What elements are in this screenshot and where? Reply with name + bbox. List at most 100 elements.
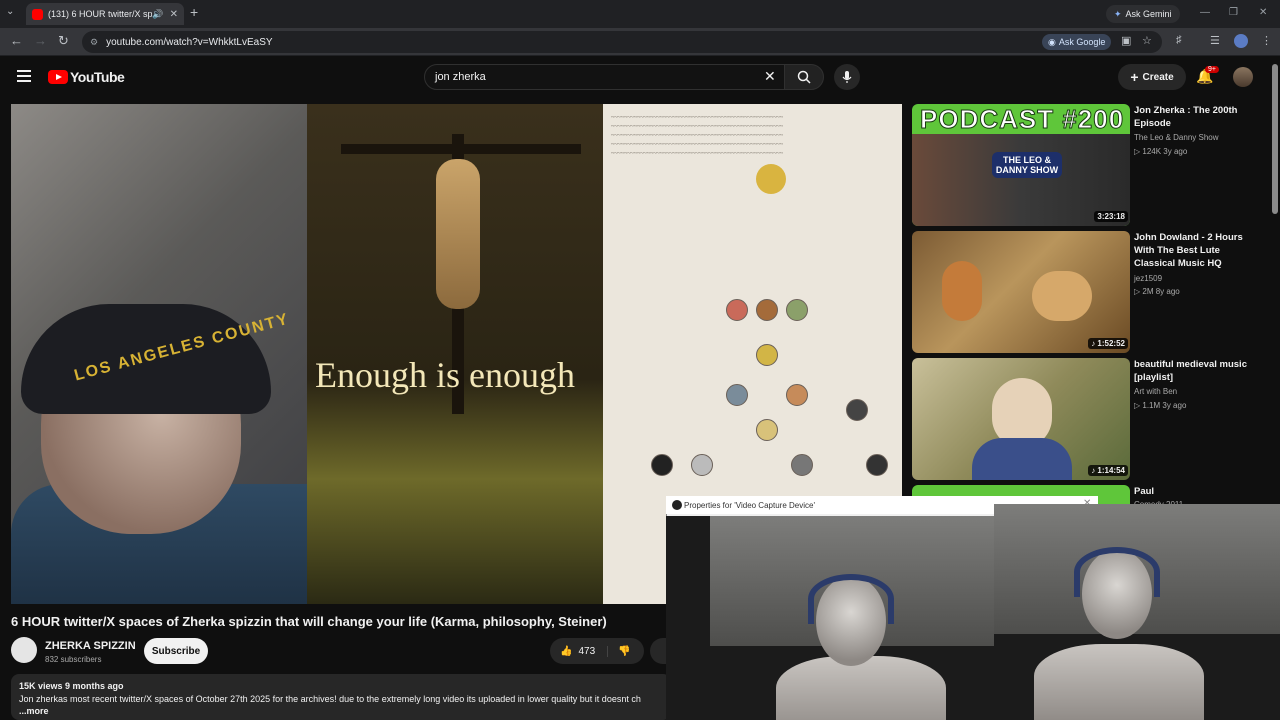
- recommendation-item[interactable]: PODCAST #200 THE LEO & DANNY SHOW 3:23:1…: [912, 104, 1262, 226]
- orb: [791, 454, 813, 476]
- orb: [651, 454, 673, 476]
- recommendation-channel: Art with Ben: [1134, 387, 1178, 396]
- channel-subscribers: 832 subscribers: [45, 655, 102, 664]
- dislike-button[interactable]: 👎: [608, 646, 630, 657]
- site-info-icon[interactable]: ⚙: [90, 37, 98, 48]
- orb: [846, 399, 868, 421]
- ask-google-button[interactable]: ◉ Ask Google: [1042, 34, 1112, 50]
- cam-person-torso: [776, 656, 946, 720]
- google-lens-icon: ◉: [1048, 36, 1056, 47]
- recommendation-thumbnail[interactable]: PODCAST #200 THE LEO & DANNY SHOW: [912, 104, 1130, 226]
- forward-icon[interactable]: →: [34, 33, 47, 48]
- extensions-icon[interactable]: ♯: [1176, 34, 1182, 46]
- ask-gemini-label: Ask Gemini: [1125, 9, 1172, 19]
- cam-person-torso: [1034, 644, 1204, 720]
- video-title: 6 HOUR twitter/X spaces of Zherka spizzi…: [11, 614, 607, 629]
- notifications-badge: 9+: [1205, 66, 1219, 73]
- subscribe-button[interactable]: Subscribe: [144, 638, 208, 664]
- youtube-logo-text: YouTube: [70, 69, 125, 85]
- description-text: Jon zherkas most recent twitter/X spaces…: [19, 694, 641, 704]
- omnibox[interactable]: ⚙ youtube.com/watch?v=WhkktLvEaSY: [82, 31, 1162, 53]
- orb: [756, 299, 778, 321]
- youtube-play-icon: [48, 70, 68, 84]
- recommendation-meta: ▷ 1.1M 3y ago: [1134, 401, 1187, 410]
- thumbs-up-icon: 👍: [560, 645, 573, 657]
- orb: [786, 384, 808, 406]
- like-dislike-bar: 👍 473 👎: [550, 638, 644, 664]
- podcast-show-logo: THE LEO & DANNY SHOW: [992, 152, 1062, 178]
- orb: [726, 384, 748, 406]
- channel-name[interactable]: ZHERKA SPIZZIN: [45, 640, 136, 652]
- madonna-robe: [972, 438, 1072, 480]
- views-and-date: 15K views 9 months ago: [19, 681, 124, 691]
- browser-tab[interactable]: (131) 6 HOUR twitter/X spaces 🔊 ✕: [26, 3, 184, 25]
- orb: [691, 454, 713, 476]
- minimize-icon[interactable]: —: [1200, 7, 1210, 18]
- new-tab-icon[interactable]: +: [190, 4, 198, 20]
- speaker-icon[interactable]: 🔊: [152, 9, 163, 20]
- cast-icon[interactable]: ▣: [1121, 34, 1131, 47]
- recommendation-item[interactable]: ♪ 1:14:54 beautiful medieval music [play…: [912, 358, 1262, 480]
- recommendation-channel: jez1509: [1134, 274, 1163, 283]
- sun-emblem: [756, 164, 786, 194]
- video-duration: 3:23:18: [1094, 211, 1128, 222]
- recommendation-meta: ▷ 2M 8y ago: [1134, 287, 1180, 296]
- properties-title: Properties for 'Video Capture Device': [684, 500, 815, 510]
- url-text: youtube.com/watch?v=WhkktLvEaSY: [106, 36, 273, 48]
- orb: [726, 299, 748, 321]
- tab-list-chevron-icon[interactable]: ⌄: [6, 6, 14, 17]
- orb: [756, 419, 778, 441]
- tab-title: (131) 6 HOUR twitter/X spaces: [48, 9, 153, 19]
- gemini-sparkle-icon: ✦: [1114, 8, 1122, 19]
- like-button[interactable]: 👍 473: [550, 645, 608, 657]
- close-tab-icon[interactable]: ✕: [170, 9, 178, 20]
- plus-icon: +: [1130, 69, 1139, 85]
- recommendation-title: Paul: [1134, 486, 1155, 497]
- search-icon: [797, 70, 811, 84]
- video-duration: ♪ 1:14:54: [1088, 465, 1128, 476]
- recommendation-item[interactable]: ♪ 1:52:52 John Dowland - 2 Hours With Th…: [912, 231, 1262, 353]
- channel-avatar[interactable]: [11, 637, 37, 663]
- bookmark-star-icon[interactable]: ☆: [1142, 34, 1152, 47]
- recommendation-thumbnail[interactable]: [912, 231, 1130, 353]
- lute-player-figure: [942, 261, 982, 321]
- thumbs-down-icon: 👎: [618, 645, 631, 657]
- reload-icon[interactable]: ↻: [58, 33, 69, 49]
- orb: [866, 454, 888, 476]
- webcam-preview-1: [666, 516, 996, 720]
- headphones-icon: [808, 574, 894, 624]
- scrollbar-thumb[interactable]: [1272, 64, 1278, 214]
- video-duration: ♪ 1:52:52: [1088, 338, 1128, 349]
- youtube-favicon-icon: [32, 8, 43, 20]
- orb: [786, 299, 808, 321]
- youtube-logo[interactable]: YouTube: [48, 69, 125, 85]
- search-button[interactable]: [784, 64, 824, 90]
- hamburger-menu-icon[interactable]: [17, 70, 31, 82]
- description-box[interactable]: 15K views 9 months ago Jon zherkas most …: [11, 674, 671, 720]
- browser-menu-icon[interactable]: ⋮: [1261, 34, 1272, 47]
- recommendation-title: Jon Zherka : The 200th Episode: [1134, 105, 1238, 129]
- search-input[interactable]: jon zherka: [424, 64, 786, 90]
- voice-search-button[interactable]: [834, 64, 860, 90]
- recommendation-title: beautiful medieval music [playlist]: [1134, 359, 1247, 383]
- podcast-thumb-text: PODCAST #200: [919, 104, 1125, 135]
- recommendation-thumbnail[interactable]: [912, 358, 1130, 480]
- clear-search-icon[interactable]: ✕: [764, 68, 776, 85]
- create-label: Create: [1142, 71, 1174, 83]
- orb: [756, 344, 778, 366]
- browser-profile-avatar[interactable]: [1234, 34, 1248, 48]
- back-icon[interactable]: ←: [10, 33, 23, 48]
- show-more-link[interactable]: ...more: [19, 706, 663, 716]
- restore-icon[interactable]: ❐: [1229, 7, 1238, 18]
- microphone-icon: [842, 71, 852, 83]
- crucifix-figure: [436, 159, 480, 309]
- capture-device-icon: [672, 500, 682, 510]
- ask-google-label: Ask Google: [1058, 37, 1106, 47]
- user-avatar[interactable]: [1233, 67, 1253, 87]
- reading-list-icon[interactable]: ☰: [1210, 34, 1220, 47]
- close-window-icon[interactable]: ✕: [1259, 7, 1267, 18]
- create-button[interactable]: + Create: [1118, 64, 1186, 90]
- recommendation-channel: The Leo & Danny Show: [1134, 133, 1219, 142]
- lute-figure: [1032, 271, 1092, 321]
- ask-gemini-button[interactable]: ✦ Ask Gemini: [1106, 5, 1180, 23]
